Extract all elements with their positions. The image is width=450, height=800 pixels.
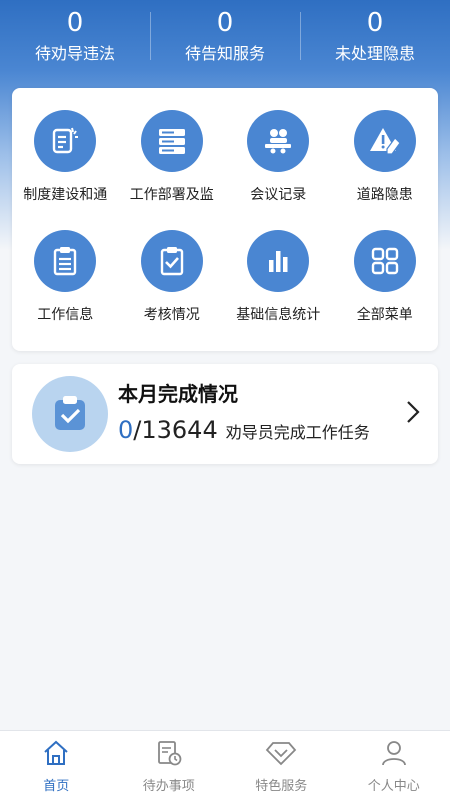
tab-featured-services[interactable]: 特色服务 — [225, 731, 338, 800]
chevron-right-icon — [406, 400, 420, 428]
menu-label: 会议记录 — [250, 187, 307, 203]
menu-label: 工作部署及监 — [129, 187, 214, 203]
stat-pending-notices[interactable]: 0 待告知服务 — [150, 0, 300, 78]
menu-item-work-deployment[interactable]: 工作部署及监 — [119, 110, 226, 230]
stat-pending-violations[interactable]: 0 待劝导违法 — [0, 0, 150, 78]
diamond-icon — [265, 739, 297, 771]
menu-item-system-building[interactable]: 制度建设和通 — [12, 110, 119, 230]
stat-label: 待劝导违法 — [34, 44, 115, 63]
monthly-title: 本月完成情况 — [118, 382, 238, 406]
tab-todo[interactable]: 待办事项 — [113, 731, 226, 800]
clipboard-check-icon — [140, 230, 203, 292]
tab-personal-center[interactable]: 个人中心 — [338, 731, 450, 800]
menu-card: 制度建设和通 工作部署及监 会议记录 道路隐患 工作信息 考核情况 基础信息统计… — [12, 88, 438, 351]
tab-label: 个人中心 — [367, 779, 420, 794]
warning-pen-icon — [353, 110, 416, 172]
menu-item-road-hazards[interactable]: 道路隐患 — [332, 110, 439, 230]
menu-label: 制度建设和通 — [23, 187, 108, 203]
server-stack-icon — [140, 110, 203, 172]
stat-unhandled-hazards[interactable]: 0 未处理隐患 — [300, 0, 450, 78]
menu-label: 基础信息统计 — [236, 307, 321, 323]
clipboard-check-icon — [32, 376, 108, 452]
completed-count: 0 — [118, 416, 134, 444]
tab-label: 特色服务 — [255, 779, 308, 794]
home-icon — [42, 739, 70, 771]
menu-item-all-menu[interactable]: 全部菜单 — [332, 230, 439, 350]
total-count: /13644 — [133, 416, 218, 444]
stat-value: 0 — [366, 8, 384, 38]
tab-label: 首页 — [43, 779, 70, 794]
stats-bar: 0 待劝导违法 0 待告知服务 0 未处理隐患 — [0, 0, 450, 78]
stat-label: 未处理隐患 — [334, 44, 415, 63]
monthly-progress: 0 /13644 劝导员完成工作任务 — [118, 416, 370, 444]
stat-value: 0 — [66, 8, 84, 38]
meeting-people-icon — [247, 110, 310, 172]
bar-chart-icon — [247, 230, 310, 292]
clipboard-list-icon — [34, 230, 97, 292]
menu-label: 道路隐患 — [356, 187, 413, 203]
menu-item-work-info[interactable]: 工作信息 — [12, 230, 119, 350]
menu-item-basic-statistics[interactable]: 基础信息统计 — [225, 230, 332, 350]
document-edit-icon — [34, 110, 97, 172]
menu-item-assessment[interactable]: 考核情况 — [119, 230, 226, 350]
monthly-description: 劝导员完成工作任务 — [225, 423, 370, 442]
monthly-completion-card[interactable]: 本月完成情况 0 /13644 劝导员完成工作任务 — [12, 364, 438, 464]
stat-label: 待告知服务 — [184, 44, 265, 63]
grid-icon — [353, 230, 416, 292]
menu-label: 考核情况 — [143, 307, 200, 323]
todo-clock-icon — [155, 739, 183, 771]
person-icon — [380, 739, 408, 771]
bottom-tab-bar: 首页 待办事项 特色服务 个人中心 — [0, 730, 450, 800]
menu-item-meeting-records[interactable]: 会议记录 — [225, 110, 332, 230]
tab-home[interactable]: 首页 — [0, 731, 113, 800]
stat-value: 0 — [216, 8, 234, 38]
menu-label: 全部菜单 — [356, 307, 413, 323]
menu-label: 工作信息 — [37, 307, 94, 323]
tab-label: 待办事项 — [142, 779, 195, 794]
